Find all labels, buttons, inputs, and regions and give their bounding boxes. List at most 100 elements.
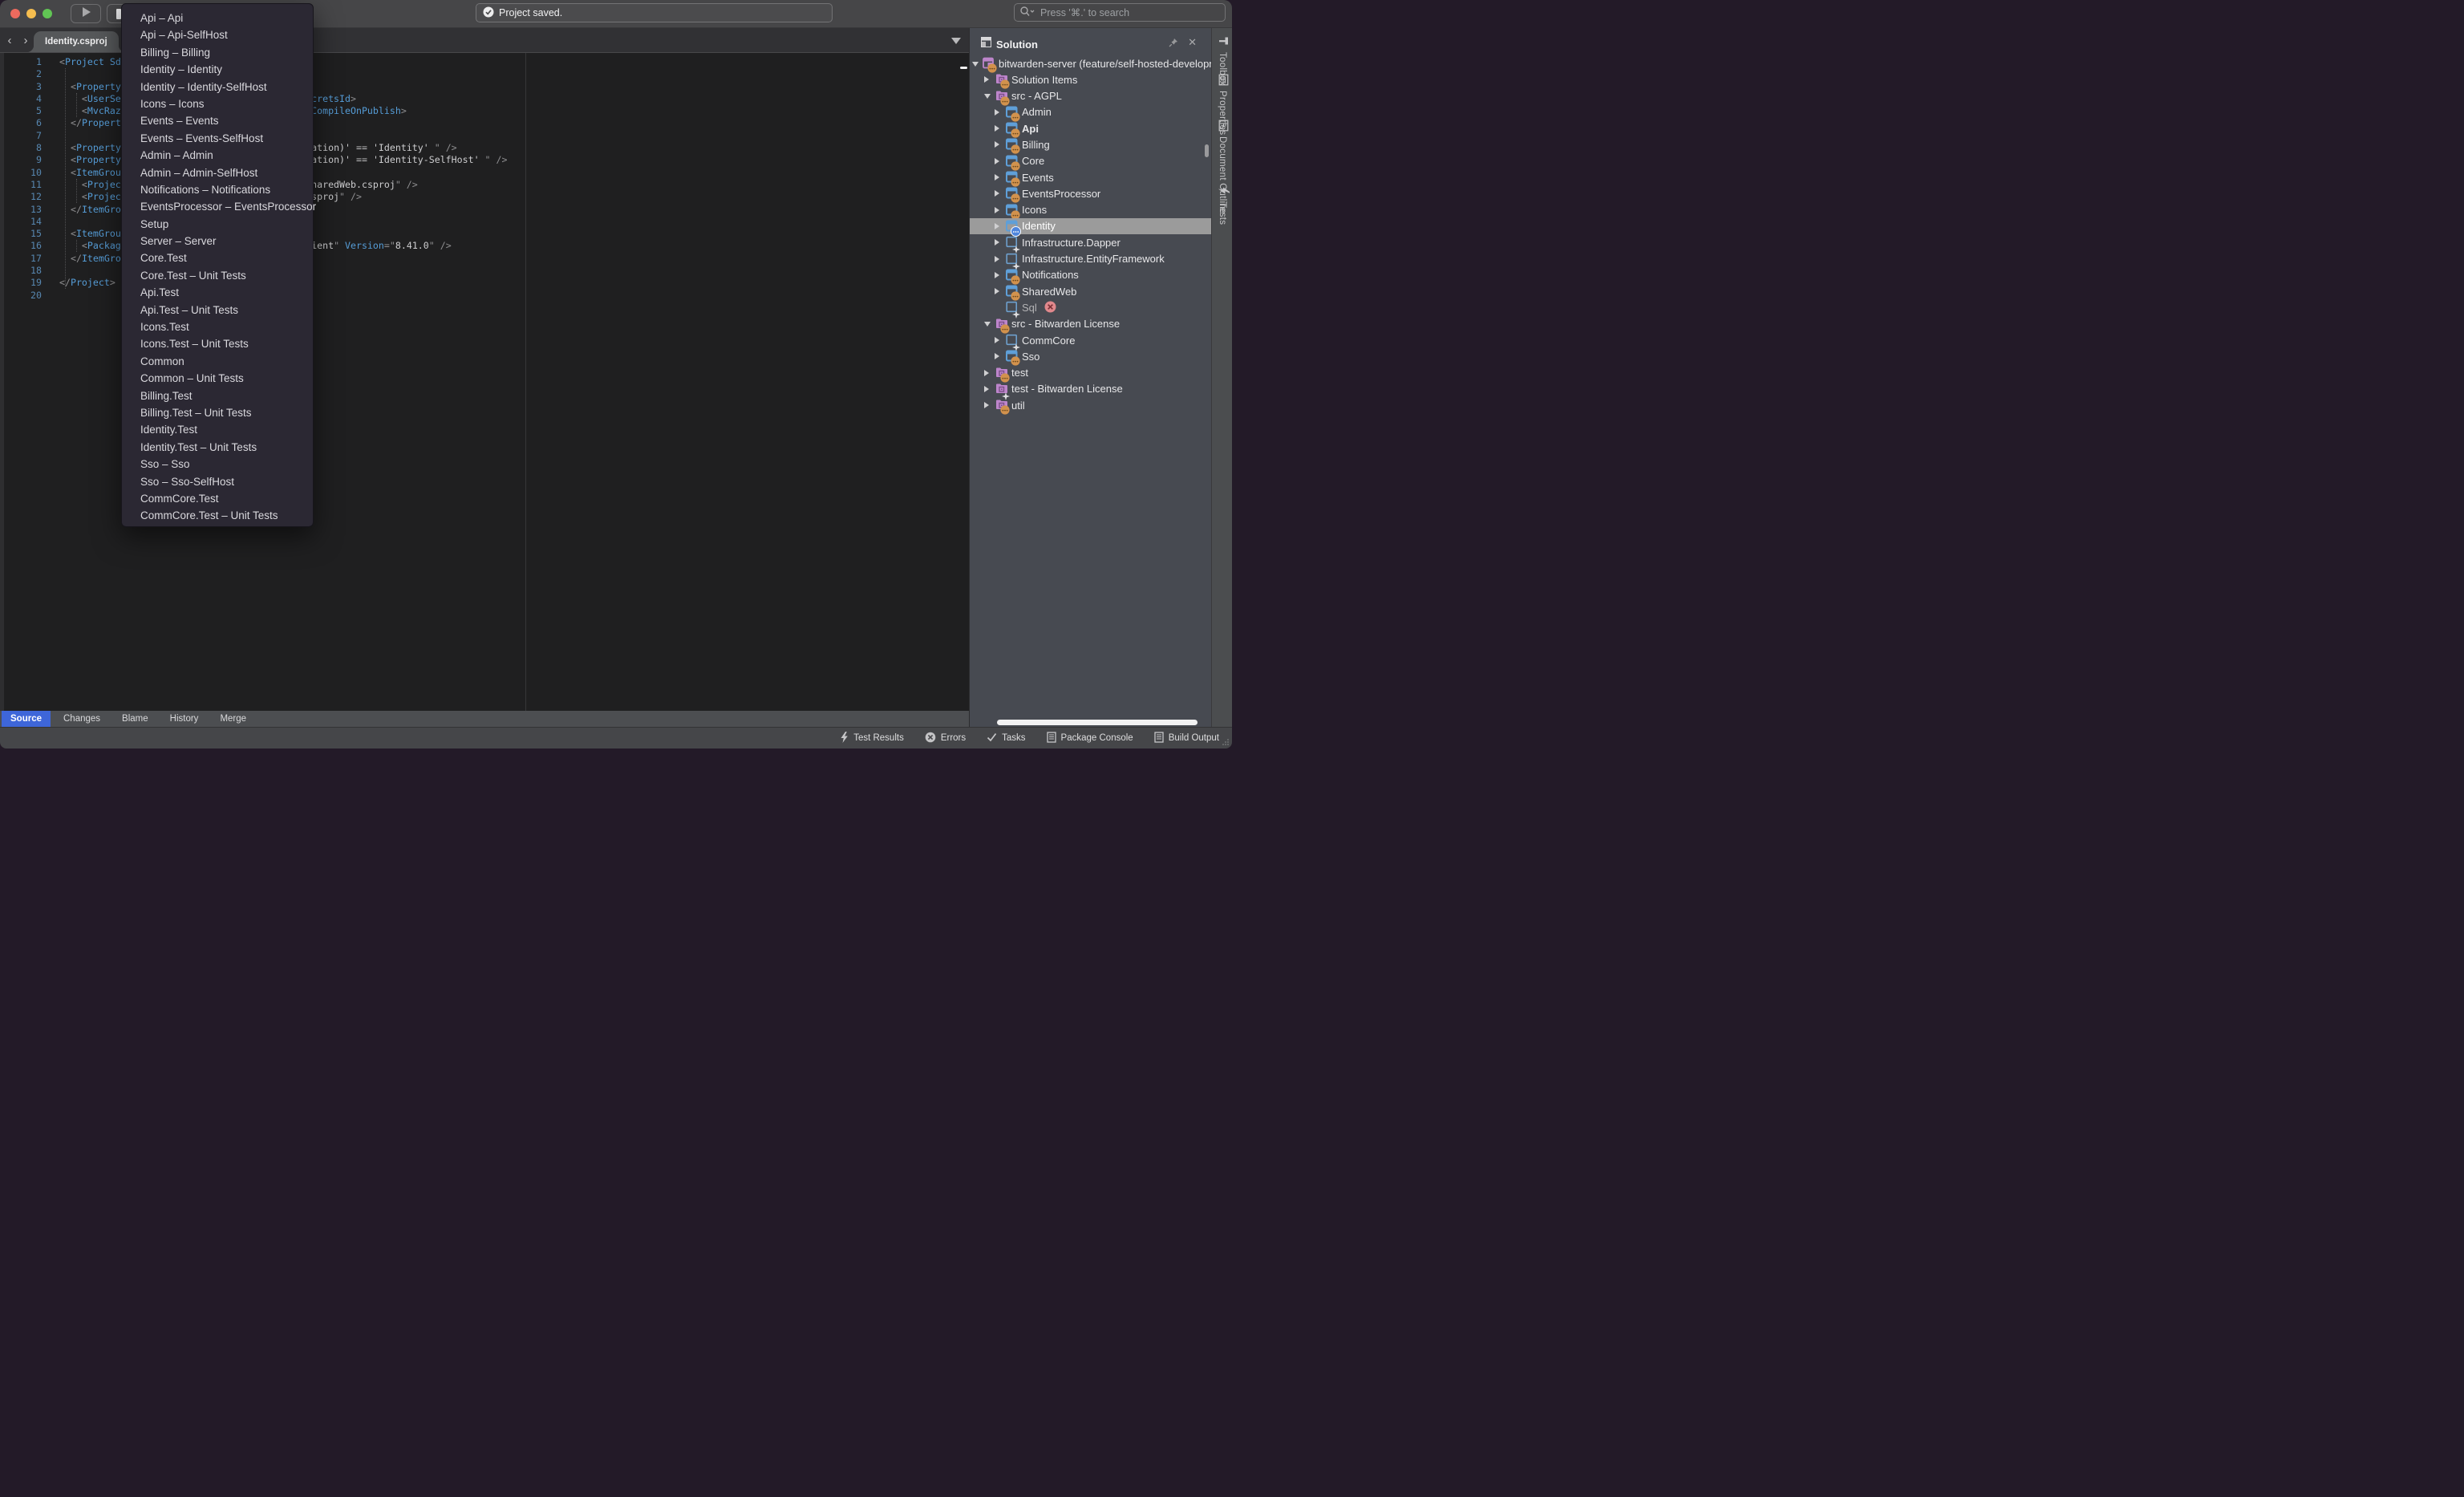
chevron-right-icon[interactable] [995, 353, 999, 359]
run-config-menu-item[interactable]: Events – Events [122, 112, 313, 129]
run-config-menu-item[interactable]: Api.Test – Unit Tests [122, 302, 313, 318]
chevron-right-icon[interactable] [995, 272, 999, 278]
chevron-right-icon[interactable] [995, 239, 999, 245]
chevron-right-icon[interactable] [995, 125, 999, 132]
side-tab-tests[interactable]: Tests [1212, 184, 1232, 225]
folder-icon [995, 318, 1008, 331]
pin-icon[interactable] [1168, 37, 1179, 52]
chevron-right-icon[interactable] [984, 386, 989, 392]
navigate-back-button[interactable]: ‹ [3, 34, 16, 47]
chevron-right-icon[interactable] [995, 158, 999, 164]
run-config-menu-item[interactable]: Admin – Admin-SelfHost [122, 164, 313, 181]
tree-row[interactable]: Admin [970, 104, 1211, 120]
tree-row[interactable]: Sql [970, 299, 1211, 315]
chevron-right-icon[interactable] [995, 109, 999, 116]
window-minimize-button[interactable] [26, 9, 36, 18]
chevron-right-icon[interactable] [995, 174, 999, 181]
chevron-right-icon[interactable] [995, 223, 999, 229]
run-config-menu-item[interactable]: Sso – Sso-SelfHost [122, 473, 313, 490]
run-config-menu-item[interactable]: Server – Server [122, 233, 313, 250]
run-config-menu-item[interactable]: Api.Test [122, 284, 313, 301]
run-config-menu-item[interactable]: Common – Unit Tests [122, 370, 313, 387]
run-config-menu-item[interactable]: Identity – Identity [122, 61, 313, 78]
git-tab-history[interactable]: History [161, 711, 208, 727]
window-close-button[interactable] [10, 9, 20, 18]
tree-row[interactable]: Solution Items [970, 71, 1211, 87]
tree-row[interactable]: Infrastructure.EntityFramework [970, 251, 1211, 267]
tree-row[interactable]: Api [970, 120, 1211, 136]
run-config-menu-item[interactable]: Core.Test [122, 250, 313, 266]
run-config-menu-item[interactable]: Sso – Sso [122, 456, 313, 473]
run-config-menu-item[interactable]: Notifications – Notifications [122, 181, 313, 198]
tree-row[interactable]: bitwarden-server (feature/self-hosted-de… [970, 55, 1211, 71]
status-item-tasks[interactable]: Tasks [987, 732, 1025, 744]
solution-panel: Solution ✕ bitwarden-server (feature/sel… [969, 28, 1211, 727]
git-tab-source[interactable]: Source [2, 711, 51, 727]
scrollbar-position-marker[interactable] [960, 67, 967, 69]
chevron-right-icon[interactable] [984, 370, 989, 376]
tree-row[interactable]: SharedWeb [970, 283, 1211, 299]
tree-row[interactable]: Sso [970, 348, 1211, 364]
status-item-build-output[interactable]: Build Output [1154, 732, 1219, 745]
run-config-menu-item[interactable]: CommCore.Test [122, 490, 313, 507]
chevron-down-icon[interactable] [972, 62, 979, 67]
run-config-menu-item[interactable]: Icons – Icons [122, 95, 313, 112]
run-config-menu-item[interactable]: Icons.Test – Unit Tests [122, 335, 313, 352]
tree-row[interactable]: CommCore [970, 332, 1211, 348]
chevron-right-icon[interactable] [995, 337, 999, 343]
run-config-menu-item[interactable]: Api – Api [122, 10, 313, 26]
run-config-menu-item[interactable]: Identity – Identity-SelfHost [122, 79, 313, 95]
chevron-right-icon[interactable] [995, 256, 999, 262]
run-config-menu-item[interactable]: Admin – Admin [122, 147, 313, 164]
search-input[interactable]: Press '⌘.' to search [1014, 3, 1226, 22]
run-config-menu-item[interactable]: Setup [122, 216, 313, 233]
chevron-right-icon[interactable] [995, 141, 999, 148]
tree-row[interactable]: Core [970, 153, 1211, 169]
chevron-right-icon[interactable] [984, 402, 989, 408]
tree-row[interactable]: src - AGPL [970, 88, 1211, 104]
tree-row[interactable]: util [970, 397, 1211, 413]
status-item-package-console[interactable]: Package Console [1047, 732, 1133, 745]
tree-row[interactable]: Icons [970, 202, 1211, 218]
status-item-errors[interactable]: Errors [925, 732, 966, 745]
chevron-down-icon[interactable] [984, 322, 991, 327]
tab-identity-csproj[interactable]: Identity.csproj [34, 31, 119, 52]
run-config-menu-item[interactable]: Events – Events-SelfHost [122, 130, 313, 147]
run-config-menu-item[interactable]: Billing – Billing [122, 44, 313, 61]
run-config-menu-item[interactable]: Icons.Test [122, 318, 313, 335]
run-button[interactable] [71, 4, 101, 23]
tab-overflow-icon[interactable] [951, 38, 961, 44]
run-config-menu-item[interactable]: Common [122, 353, 313, 370]
tree-row[interactable]: EventsProcessor [970, 185, 1211, 201]
tree-row[interactable]: Infrastructure.Dapper [970, 234, 1211, 250]
run-config-menu-item[interactable]: CommCore.Test – Unit Tests [122, 507, 313, 524]
run-config-menu-item[interactable]: Billing.Test [122, 387, 313, 404]
resize-grip-icon[interactable] [1222, 738, 1230, 746]
git-tab-blame[interactable]: Blame [113, 711, 157, 727]
chevron-right-icon[interactable] [995, 207, 999, 213]
tree-row[interactable]: test - Bitwarden License [970, 381, 1211, 397]
tree-row[interactable]: src - Bitwarden License [970, 316, 1211, 332]
run-config-menu-item[interactable]: Identity.Test [122, 421, 313, 438]
window-zoom-button[interactable] [43, 9, 52, 18]
git-tab-merge[interactable]: Merge [211, 711, 255, 727]
vertical-scrollbar-thumb[interactable] [1205, 144, 1209, 157]
tree-row[interactable]: Events [970, 169, 1211, 185]
status-item-test-results[interactable]: Test Results [840, 732, 904, 745]
run-config-menu-item[interactable]: Api – Api-SelfHost [122, 26, 313, 43]
run-config-menu-item[interactable]: Core.Test – Unit Tests [122, 267, 313, 284]
chevron-right-icon[interactable] [995, 288, 999, 294]
run-config-menu-item[interactable]: Identity.Test – Unit Tests [122, 439, 313, 456]
tree-row[interactable]: Identity [970, 218, 1211, 234]
git-tab-changes[interactable]: Changes [55, 711, 109, 727]
run-config-menu-item[interactable]: EventsProcessor – EventsProcessor [122, 198, 313, 215]
close-panel-icon[interactable]: ✕ [1188, 36, 1197, 49]
run-config-menu-item[interactable]: Billing.Test – Unit Tests [122, 404, 313, 421]
tree-row[interactable]: Billing [970, 136, 1211, 152]
chevron-right-icon[interactable] [984, 76, 989, 83]
tree-row[interactable]: test [970, 365, 1211, 381]
chevron-right-icon[interactable] [995, 190, 999, 197]
tree-row[interactable]: Notifications [970, 267, 1211, 283]
chevron-down-icon[interactable] [984, 94, 991, 99]
horizontal-scrollbar-thumb[interactable] [997, 720, 1198, 725]
